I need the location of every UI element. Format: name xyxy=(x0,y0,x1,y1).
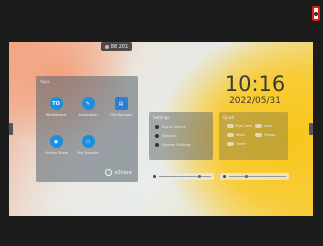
quick-settings-panel: Quick Eye Care Lock Mute Freeze Timer xyxy=(219,112,288,160)
brightness-slider[interactable] xyxy=(220,173,289,180)
app-screen-share[interactable]: ◉ Screen Share xyxy=(45,135,69,155)
toggle-freeze[interactable]: Freeze xyxy=(255,133,275,137)
network-status-label: 88 201 xyxy=(110,43,129,50)
app-label: Screen Share xyxy=(45,151,69,155)
settings-row-label: Signal Source xyxy=(162,125,186,129)
network-icon xyxy=(155,134,159,138)
pen-icon: ✎ xyxy=(81,97,95,110)
wifi-icon xyxy=(104,44,109,49)
quick-panel-title: Quick xyxy=(223,115,235,120)
app-annotation[interactable]: ✎ Annotation xyxy=(77,97,99,117)
volume-slider[interactable] xyxy=(150,173,214,180)
app-file-manager[interactable]: ▤ File Manager xyxy=(110,97,132,117)
settings-row-label: Network xyxy=(162,134,177,138)
toggle-switch xyxy=(227,142,234,146)
clock-date: 2022/05/31 xyxy=(229,96,281,106)
clock-time: 10:16 xyxy=(224,72,286,96)
camera-icon xyxy=(314,12,318,16)
whiteboard-icon: TO xyxy=(49,97,63,110)
source-icon xyxy=(155,125,159,129)
app-whiteboard[interactable]: TO Whiteboard xyxy=(45,97,67,117)
settings-row-system[interactable]: System Settings xyxy=(155,143,191,147)
brightness-knob[interactable] xyxy=(244,175,248,178)
settings-panel: Settings Signal Source Network System Se… xyxy=(149,112,213,160)
settings-row-label: System Settings xyxy=(162,143,191,147)
toggle-switch xyxy=(227,133,234,137)
clock-widget: 10:16 2022/05/31 xyxy=(218,73,292,106)
toggle-eye-care[interactable]: Eye Care xyxy=(227,124,252,128)
volume-track[interactable] xyxy=(159,175,211,178)
app-label: Annotation xyxy=(78,113,98,117)
volume-knob[interactable] xyxy=(198,175,202,178)
toggle-label: Lock xyxy=(264,124,272,128)
toggle-label: Eye Care xyxy=(236,124,252,128)
toggle-lock[interactable]: Lock xyxy=(255,124,272,128)
toggle-mute[interactable]: Mute xyxy=(227,133,245,137)
settings-icon xyxy=(155,143,159,147)
app-file-transfer[interactable]: ▭ File Transfer xyxy=(77,135,99,155)
apps-panel-title: Apps xyxy=(40,79,50,84)
toggle-switch xyxy=(255,124,262,128)
highlighted-corner-button[interactable] xyxy=(312,6,320,21)
folder-icon: ▤ xyxy=(114,97,128,110)
settings-row-source[interactable]: Signal Source xyxy=(155,125,186,129)
eshare-launcher[interactable]: eShare xyxy=(105,169,132,176)
toggle-switch xyxy=(255,133,262,137)
share-icon: ◉ xyxy=(49,135,63,148)
apps-panel: Apps TO Whiteboard ✎ Annotation ▤ File M… xyxy=(36,76,138,182)
brightness-track[interactable] xyxy=(229,175,286,178)
left-edge-handle[interactable] xyxy=(9,123,13,135)
eshare-label: eShare xyxy=(114,169,132,176)
toggle-switch xyxy=(227,124,234,128)
app-label: File Manager xyxy=(110,113,133,117)
settings-row-network[interactable]: Network xyxy=(155,134,177,138)
toggle-label: Freeze xyxy=(264,133,276,137)
brightness-icon xyxy=(223,175,226,178)
eshare-icon xyxy=(105,169,113,176)
file-icon: ▭ xyxy=(81,135,95,148)
network-status-pill: 88 201 xyxy=(101,42,132,51)
settings-panel-title: Settings xyxy=(153,115,170,120)
toggle-timer[interactable]: Timer xyxy=(227,142,246,146)
app-label: Whiteboard xyxy=(45,113,67,117)
toggle-label: Mute xyxy=(236,133,245,137)
volume-icon xyxy=(153,175,156,178)
toggle-label: Timer xyxy=(236,142,247,146)
app-label: File Transfer xyxy=(77,151,99,155)
right-edge-handle[interactable] xyxy=(309,123,313,135)
